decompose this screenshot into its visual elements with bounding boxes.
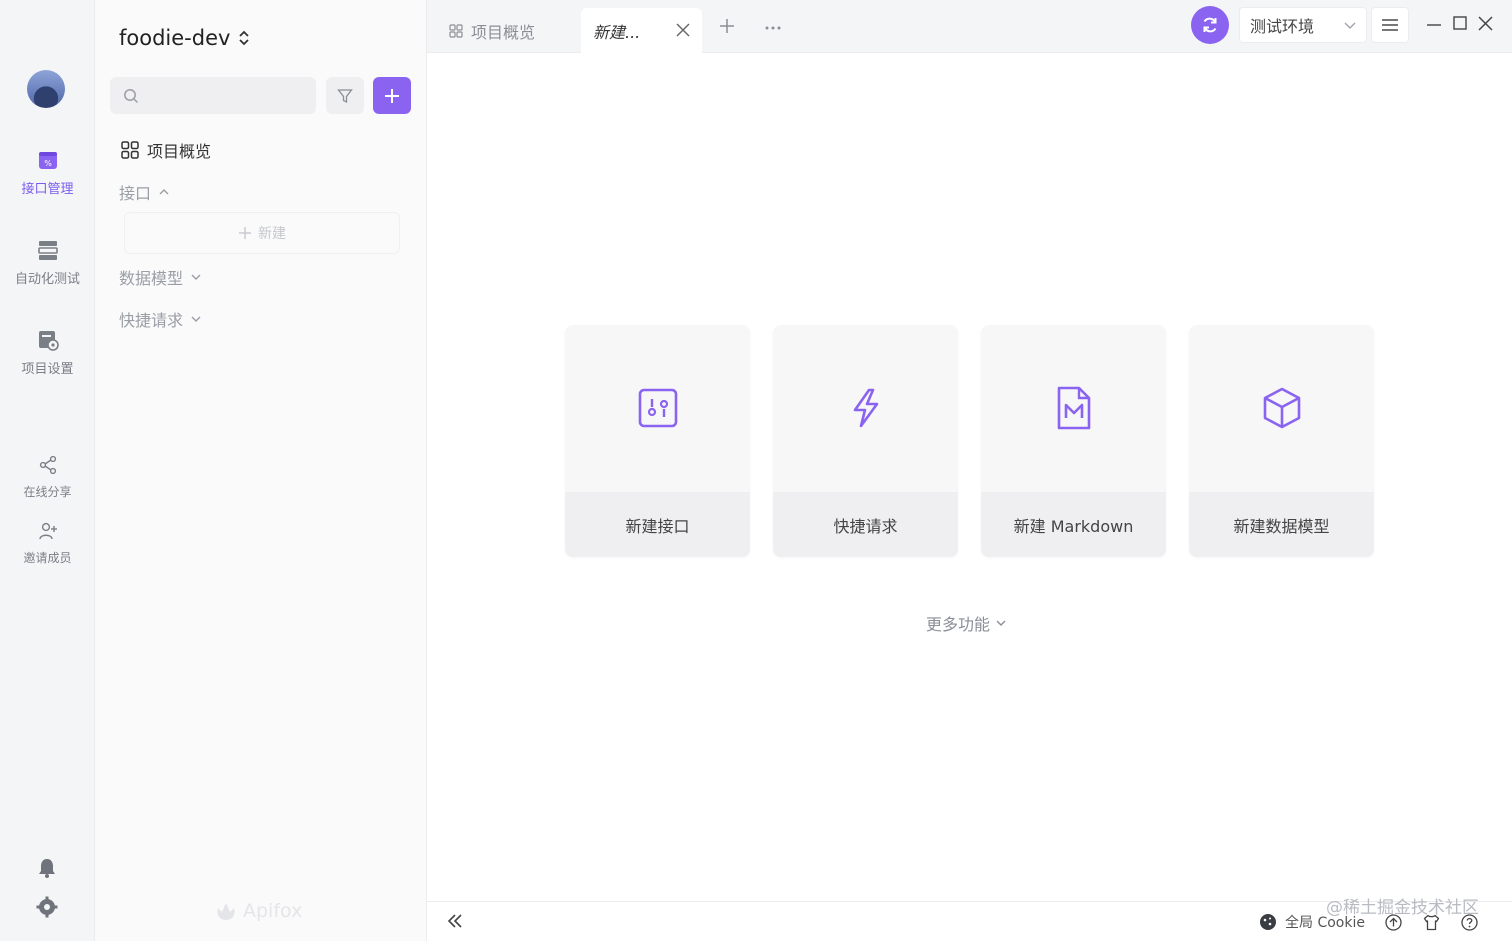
chevron-down-icon — [1344, 22, 1356, 29]
more-features-toggle[interactable]: 更多功能 — [926, 611, 1006, 635]
tab-label: 新建... — [593, 22, 641, 42]
tree-group-label: 快捷请求 — [119, 311, 184, 330]
tab-new[interactable]: 新建... — [581, 8, 702, 53]
filter-button[interactable] — [326, 77, 364, 114]
search-input[interactable] — [110, 77, 316, 114]
menu-button[interactable] — [1371, 7, 1409, 43]
filter-icon — [337, 88, 353, 103]
lightning-icon — [853, 388, 879, 428]
rail-item-project-settings[interactable]: 项目设置 — [0, 328, 95, 377]
new-api-button[interactable]: 新建 — [124, 212, 400, 254]
gear-icon[interactable] — [36, 896, 58, 918]
grid-icon — [121, 141, 139, 159]
chevron-up-icon — [159, 189, 169, 195]
add-button[interactable] — [373, 77, 411, 114]
new-label: 新建 — [258, 226, 286, 242]
bell-icon[interactable] — [36, 857, 58, 879]
environment-select[interactable]: 测试环境 — [1239, 7, 1367, 43]
chevron-down-icon — [996, 620, 1006, 626]
cube-icon — [1263, 387, 1301, 429]
apifox-logo-icon — [217, 903, 235, 920]
maximize-icon[interactable] — [1453, 16, 1467, 30]
tab-bar: 项目概览 新建... 测试环境 — [427, 0, 1512, 53]
environment-value: 测试环境 — [1250, 17, 1315, 36]
tab-label: 项目概览 — [471, 22, 536, 42]
svg-text:%: % — [44, 159, 52, 168]
tree-item-label: 项目概览 — [147, 142, 212, 161]
sync-button[interactable] — [1191, 6, 1229, 44]
tree-group-label: 数据模型 — [119, 269, 184, 288]
rail-item-label: 接口管理 — [21, 182, 74, 197]
api-management-icon: % — [38, 152, 57, 169]
chevron-up-down-icon — [239, 30, 250, 46]
automation-test-icon — [37, 241, 58, 260]
sidebar: foodie-dev 项目概览 接口 新建 数据模型 快捷请求 Apifox — [95, 0, 427, 941]
rail-item-automation-test[interactable]: 自动化测试 — [0, 238, 95, 287]
more-features-label: 更多功能 — [926, 615, 991, 634]
project-settings-icon — [38, 331, 59, 351]
rail-item-label: 在线分享 — [23, 485, 72, 499]
watermark: @稀土掘金技术社区 — [1326, 898, 1479, 918]
chevron-down-icon — [191, 316, 201, 322]
search-icon — [124, 89, 139, 104]
tree-group-quick-request[interactable]: 快捷请求 — [119, 307, 201, 331]
tree-group-data-model[interactable]: 数据模型 — [119, 265, 201, 289]
rail-item-label: 自动化测试 — [14, 272, 80, 287]
api-icon — [638, 388, 678, 428]
plus-icon — [385, 88, 399, 103]
card-new-api[interactable]: 新建接口 — [565, 325, 750, 557]
plus-icon — [239, 227, 251, 239]
close-icon[interactable] — [676, 23, 690, 37]
markdown-file-icon — [1057, 386, 1091, 430]
window-close-icon[interactable] — [1478, 16, 1493, 31]
tree-group-label: 接口 — [119, 184, 152, 203]
minimize-icon[interactable] — [1427, 24, 1441, 26]
card-new-data-model[interactable]: 新建数据模型 — [1189, 325, 1374, 557]
rail-item-share[interactable]: 在线分享 — [0, 455, 95, 500]
collapse-sidebar-icon[interactable] — [447, 914, 463, 928]
cookie-icon — [1260, 914, 1276, 930]
card-new-markdown[interactable]: 新建 Markdown — [981, 325, 1166, 557]
tree-group-api[interactable]: 接口 — [119, 180, 169, 204]
tab-overview[interactable]: 项目概览 — [449, 8, 535, 53]
more-tabs-icon[interactable] — [765, 26, 781, 30]
brand-name: Apifox — [243, 900, 303, 922]
share-icon — [39, 455, 56, 475]
card-quick-request[interactable]: 快捷请求 — [773, 325, 958, 557]
left-rail: % 接口管理 自动化测试 项目设置 在线分享 邀请成员 — [0, 0, 95, 941]
avatar[interactable] — [27, 70, 65, 108]
rail-item-invite-member[interactable]: 邀请成员 — [0, 521, 95, 566]
new-tab-icon[interactable] — [719, 18, 735, 34]
project-name: foodie-dev — [119, 26, 231, 50]
chevron-down-icon — [191, 274, 201, 280]
card-label: 新建 Markdown — [981, 492, 1166, 557]
grid-icon — [449, 23, 463, 38]
brand-logo: Apifox — [215, 900, 302, 922]
card-label: 新建数据模型 — [1189, 492, 1374, 557]
tree-item-overview[interactable]: 项目概览 — [121, 138, 211, 162]
card-label: 新建接口 — [565, 492, 750, 557]
rail-item-label: 邀请成员 — [23, 551, 72, 565]
refresh-icon — [1203, 17, 1217, 33]
card-label: 快捷请求 — [773, 492, 958, 557]
rail-item-label: 项目设置 — [21, 362, 74, 377]
invite-member-icon — [38, 522, 57, 540]
project-switcher[interactable]: foodie-dev — [119, 26, 250, 50]
rail-item-api-management[interactable]: % 接口管理 — [0, 148, 95, 197]
hamburger-icon — [1382, 19, 1398, 31]
